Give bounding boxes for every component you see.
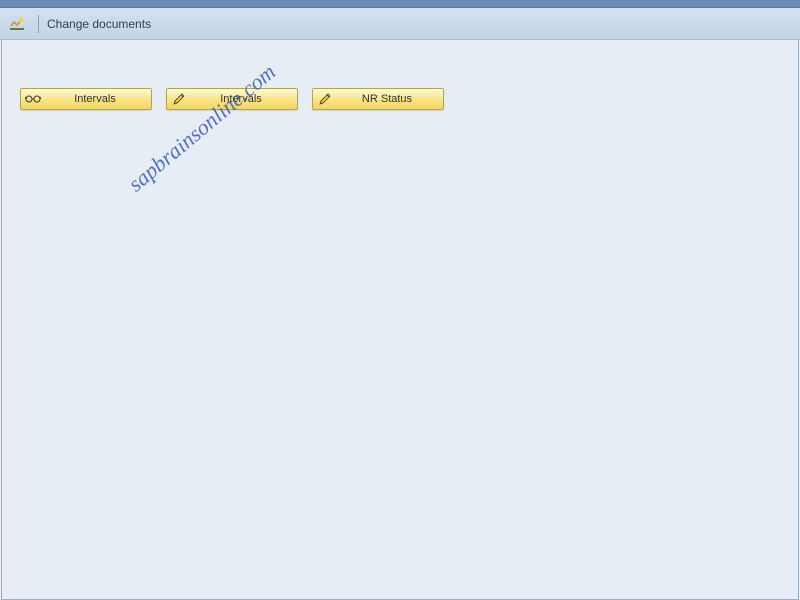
button-label: Intervals: [43, 93, 147, 105]
button-label: Intervals: [189, 93, 293, 105]
toolbar-separator: [38, 15, 39, 33]
overview-icon[interactable]: [8, 15, 26, 33]
display-intervals-button[interactable]: Intervals: [20, 88, 152, 110]
pencil-icon: [317, 91, 333, 107]
button-row: Intervals Intervals NR Status: [20, 88, 780, 110]
toolbar-title: Change documents: [47, 17, 151, 31]
button-label: NR Status: [335, 93, 439, 105]
application-toolbar: Change documents: [0, 8, 800, 40]
main-content-area: Intervals Intervals NR Status: [1, 40, 799, 600]
pencil-icon: [171, 91, 187, 107]
window-title-bar: [0, 0, 800, 8]
change-intervals-button[interactable]: Intervals: [166, 88, 298, 110]
glasses-icon: [25, 91, 41, 107]
nr-status-button[interactable]: NR Status: [312, 88, 444, 110]
